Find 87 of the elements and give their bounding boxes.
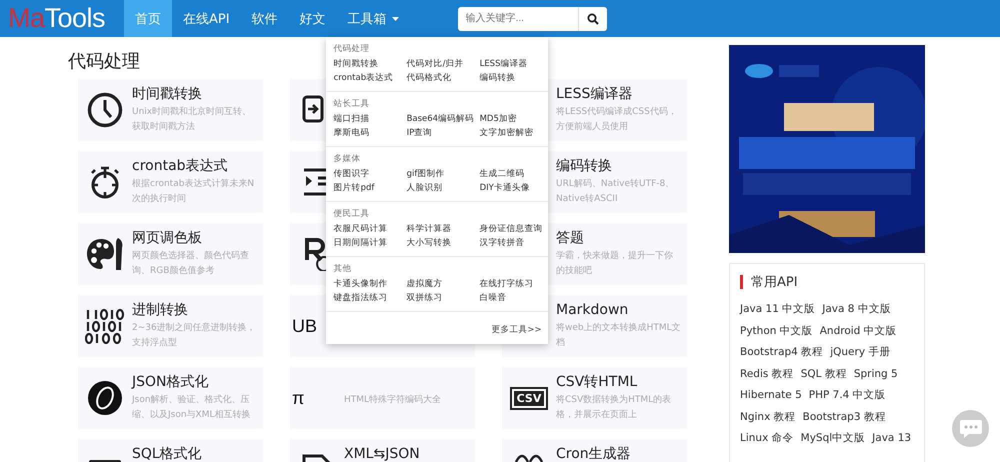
menu-item[interactable]: IP查询 bbox=[406, 127, 480, 139]
menu-item[interactable]: 端口扫描 bbox=[334, 113, 407, 125]
card-description: Unix时间戳和北京时间互转、获取时间戳方法 bbox=[132, 106, 252, 134]
api-link[interactable]: Android 中文版 bbox=[820, 320, 897, 342]
menu-item[interactable]: 图片转pdf bbox=[334, 182, 407, 194]
card-description: 将LESS代码编译成CSS代码，方便前端人员使用 bbox=[556, 106, 678, 134]
menu-heading: 便民工具 bbox=[334, 208, 371, 220]
menu-item[interactable]: 代码对比/归并 bbox=[406, 58, 480, 70]
api-link[interactable]: Bootstrap3 教程 bbox=[802, 406, 886, 428]
tool-card[interactable]: 时间戳转换 Unix时间戳和北京时间互转、获取时间戳方法 bbox=[78, 79, 263, 141]
menu-item[interactable]: 卡通头像制作 bbox=[334, 278, 407, 290]
glyph-icon: UB bbox=[292, 316, 318, 336]
menu-item[interactable]: 衣服尺码计算 bbox=[334, 223, 407, 235]
tool-card[interactable]: Cron生成器 bbox=[502, 439, 687, 462]
menu-item[interactable]: 键盘指法练习 bbox=[334, 292, 407, 304]
menu-item[interactable]: Base64编码解码 bbox=[406, 113, 480, 125]
api-link[interactable]: Nginx 教程 bbox=[740, 406, 796, 428]
api-link[interactable]: Bootstrap4 教程 bbox=[740, 342, 824, 364]
card-description: 将web上的文本转换成HTML文档 bbox=[556, 322, 681, 350]
tool-card[interactable]: 进制转换 2~36进制之间任意进制转换，支持浮点型 bbox=[78, 295, 263, 357]
api-link[interactable]: Hibernate 5 bbox=[740, 385, 802, 406]
api-link[interactable]: SQL 教程 bbox=[800, 364, 847, 385]
menu-item[interactable]: 传图识字 bbox=[334, 168, 407, 180]
logo[interactable]: MaTools bbox=[8, 0, 120, 37]
menu-item[interactable]: 人脸识别 bbox=[406, 182, 480, 194]
card-description: 将CSV数据转换为HTML的表格，并展示在页面上 bbox=[556, 394, 672, 422]
api-link[interactable]: Spring 5 bbox=[854, 364, 898, 385]
menu-item[interactable]: crontab表达式 bbox=[334, 72, 407, 84]
card-title: SQL格式化 bbox=[132, 445, 202, 462]
tool-card[interactable]: 网页调色板 网页颜色选择器、颜色代码查询、RGB颜色值参考 bbox=[78, 223, 263, 285]
nav-item[interactable]: 工具箱 bbox=[336, 0, 410, 37]
tool-card[interactable]: SQL格式化 bbox=[78, 439, 263, 462]
api-link[interactable]: jQuery 手册 bbox=[830, 342, 890, 364]
card-description: 学霸，快来做题，提升一下你的技能吧 bbox=[556, 250, 674, 278]
api-link[interactable]: PHP 7.4 中文版 bbox=[808, 385, 886, 406]
tool-card[interactable]: XML⇆JSON bbox=[290, 439, 475, 462]
card-description: Json解析、验证、格式化、压缩、以及Json与XML相互转换 bbox=[132, 394, 252, 422]
menu-item[interactable]: 代码格式化 bbox=[406, 72, 480, 84]
menu-heading: 多媒体 bbox=[334, 153, 362, 165]
card-title: CSV转HTML bbox=[556, 373, 638, 391]
tool-card[interactable]: JSON格式化 Json解析、验证、格式化、压缩、以及Json与XML相互转换 bbox=[78, 367, 263, 429]
card-description: 网页颜色选择器、颜色代码查询、RGB颜色值参考 bbox=[132, 250, 250, 278]
card-title: 编码转换 bbox=[556, 157, 613, 175]
api-link[interactable]: Java 8 中文版 bbox=[822, 299, 891, 320]
menu-item[interactable]: 大小写转换 bbox=[406, 237, 480, 249]
card-description: 根据crontab表达式计算未来N次的执行时间 bbox=[132, 178, 256, 206]
api-link[interactable]: Python 中文版 bbox=[740, 320, 813, 342]
card-description: URL解码、Native转UTF-8、Native转ASCII bbox=[556, 178, 676, 206]
nav-item[interactable]: 好文 bbox=[288, 0, 337, 37]
card-description: HTML特殊字符编码大全 bbox=[344, 394, 442, 407]
card-title: Cron生成器 bbox=[556, 445, 631, 462]
card-description: 2~36进制之间任意进制转换，支持浮点型 bbox=[132, 322, 257, 350]
card-title: 进制转换 bbox=[132, 301, 189, 319]
api-link[interactable]: Java 11 中文版 bbox=[740, 299, 816, 320]
tool-card[interactable]: CSV CSV转HTML 将CSV数据转换为HTML的表格，并展示在页面上 bbox=[502, 367, 687, 429]
nav-item[interactable]: 在线API bbox=[172, 0, 241, 37]
menu-item[interactable]: 虚拟魔方 bbox=[406, 278, 480, 290]
menu-heading: 其他 bbox=[334, 263, 353, 275]
api-link[interactable]: MySql中文版 bbox=[800, 428, 866, 450]
card-title: JSON格式化 bbox=[132, 373, 210, 391]
api-link[interactable]: Redis 教程 bbox=[740, 364, 794, 385]
card-title: 网页调色板 bbox=[132, 229, 203, 247]
glyph-icon: π bbox=[292, 388, 304, 408]
search-field[interactable]: 输入关键字... bbox=[458, 6, 578, 30]
card-title: crontab表达式 bbox=[132, 157, 229, 175]
menu-item[interactable]: gif图制作 bbox=[406, 168, 480, 180]
section-title: 代码处理 bbox=[68, 50, 140, 73]
card-title: 答题 bbox=[556, 229, 585, 247]
csv-icon: CSV bbox=[512, 388, 546, 408]
api-link[interactable]: Java 13 bbox=[872, 428, 912, 450]
tool-card[interactable]: π HTML特殊字符编码大全 bbox=[290, 367, 475, 429]
card-title: 时间戳转换 bbox=[132, 85, 203, 103]
card-title: LESS编译器 bbox=[556, 85, 634, 103]
menu-item[interactable]: 科学计算器 bbox=[406, 223, 480, 235]
menu-item[interactable]: 时间戳转换 bbox=[334, 58, 407, 70]
api-link[interactable]: Linux 命令 bbox=[740, 428, 794, 450]
tool-card[interactable]: crontab表达式 根据crontab表达式计算未来N次的执行时间 bbox=[78, 151, 263, 213]
menu-item[interactable]: 摩斯电码 bbox=[334, 127, 407, 139]
card-title: Markdown bbox=[556, 301, 630, 319]
panel-title: 常用API bbox=[751, 274, 798, 291]
menu-heading: 站长工具 bbox=[334, 98, 371, 110]
menu-item[interactable]: 日期间隔计算 bbox=[334, 237, 407, 249]
menu-heading: 代码处理 bbox=[334, 43, 371, 55]
menu-item[interactable]: LESS编译器 bbox=[480, 58, 540, 70]
card-title: XML⇆JSON bbox=[344, 445, 420, 462]
nav-item[interactable]: 软件 bbox=[240, 0, 289, 37]
menu-item[interactable]: 双拼练习 bbox=[406, 292, 480, 304]
